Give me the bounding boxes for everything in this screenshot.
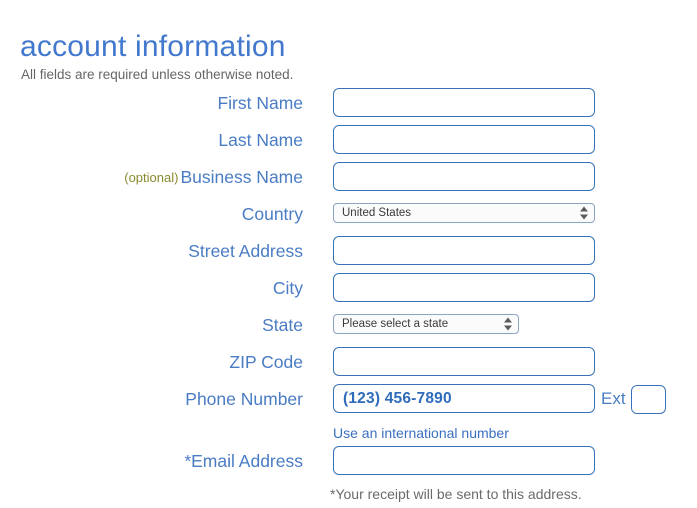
required-fields-subtitle: All fields are required unless otherwise… xyxy=(21,67,294,82)
form-row-email-note: *Your receipt will be sent to this addre… xyxy=(0,483,697,508)
email-address-input[interactable] xyxy=(333,446,595,475)
field-wrap-state: Please select a state xyxy=(333,314,519,334)
account-information-form: First Name Last Name (optional) Business … xyxy=(0,88,697,508)
form-row-business-name: (optional) Business Name xyxy=(0,162,697,199)
spinner-arrows-icon xyxy=(504,317,512,331)
page-title: account information xyxy=(20,30,286,64)
first-name-input[interactable] xyxy=(333,88,595,117)
use-international-number-link[interactable]: Use an international number xyxy=(333,424,509,442)
form-row-country: Country United States xyxy=(0,199,697,236)
country-select-value: United States xyxy=(342,207,412,219)
field-wrap-zip-code xyxy=(333,347,595,376)
form-row-international-hint: Use an international number xyxy=(0,421,697,446)
label-first-name: First Name xyxy=(217,93,303,113)
email-receipt-note: *Your receipt will be sent to this addre… xyxy=(330,486,582,502)
form-row-last-name: Last Name xyxy=(0,125,697,162)
phone-number-input[interactable] xyxy=(333,384,595,413)
label-email-address: *Email Address xyxy=(184,451,303,471)
label-country: Country xyxy=(241,204,303,224)
state-select-value: Please select a state xyxy=(342,318,449,330)
field-wrap-business-name xyxy=(333,162,595,191)
field-wrap-first-name xyxy=(333,88,595,117)
account-information-page: account information All fields are requi… xyxy=(0,0,697,507)
state-select[interactable]: Please select a state xyxy=(333,314,519,334)
field-wrap-email-address xyxy=(333,446,595,475)
form-row-first-name: First Name xyxy=(0,88,697,125)
field-wrap-street-address xyxy=(333,236,595,265)
form-row-city: City xyxy=(0,273,697,310)
spinner-arrows-icon xyxy=(580,206,588,220)
label-street-address: Street Address xyxy=(188,241,303,261)
field-wrap-last-name xyxy=(333,125,595,154)
form-row-email-address: *Email Address xyxy=(0,446,697,483)
street-address-input[interactable] xyxy=(333,236,595,265)
field-wrap-ext xyxy=(631,385,666,414)
label-zip-code: ZIP Code xyxy=(229,352,303,372)
label-business-name-text: Business Name xyxy=(180,167,303,187)
last-name-input[interactable] xyxy=(333,125,595,154)
field-wrap-country: United States xyxy=(333,203,595,223)
label-city: City xyxy=(272,278,303,298)
form-row-phone-number: Phone Number Ext xyxy=(0,384,697,421)
label-phone-number: Phone Number xyxy=(185,389,303,409)
field-wrap-city xyxy=(333,273,595,302)
form-row-zip-code: ZIP Code xyxy=(0,347,697,384)
zip-code-input[interactable] xyxy=(333,347,595,376)
label-last-name: Last Name xyxy=(218,130,303,150)
label-business-name: (optional) Business Name xyxy=(124,166,303,189)
country-select[interactable]: United States xyxy=(333,203,595,223)
business-name-input[interactable] xyxy=(333,162,595,191)
optional-tag: (optional) xyxy=(124,170,179,185)
form-row-state: State Please select a state xyxy=(0,310,697,347)
form-row-street-address: Street Address xyxy=(0,236,697,273)
ext-input[interactable] xyxy=(631,385,666,414)
label-state: State xyxy=(262,315,303,335)
city-input[interactable] xyxy=(333,273,595,302)
field-wrap-phone-number xyxy=(333,384,595,413)
label-ext: Ext xyxy=(601,389,626,408)
